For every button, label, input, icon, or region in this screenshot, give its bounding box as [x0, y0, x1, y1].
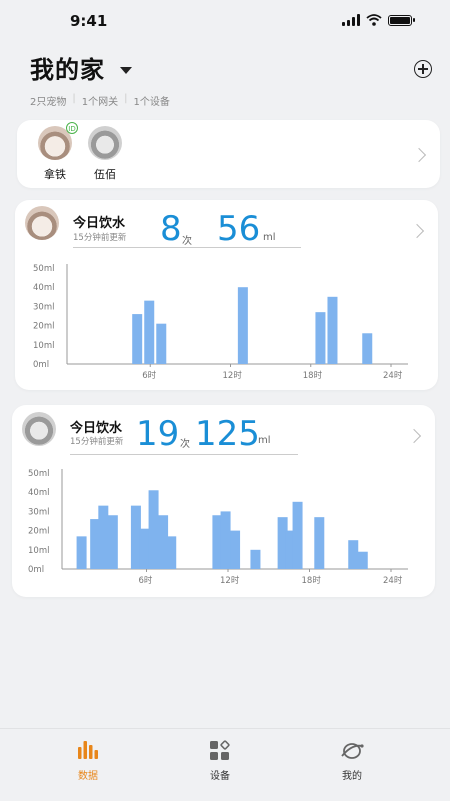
divider: [70, 454, 298, 455]
drink-card-wubai[interactable]: 今日饮水 15分钟前更新 19 次 125 ml 0ml 10ml 20ml 30ml…: [12, 405, 435, 597]
drink-count: 8: [160, 209, 182, 249]
id-badge: ID: [66, 122, 78, 134]
chart-bar: [292, 501, 303, 569]
x-tick-label: 18时: [303, 370, 323, 381]
y-tick-label: 50ml: [33, 264, 54, 274]
chart-bar: [132, 314, 143, 364]
chevron-right-icon[interactable]: [409, 223, 425, 239]
card-subtitle: 15分钟前更新: [70, 437, 124, 447]
y-tick-label: 40ml: [28, 488, 49, 498]
chart-bar: [314, 517, 325, 569]
pet-name: 伍佰: [94, 168, 116, 181]
chart-bar: [250, 549, 261, 569]
home-summary: 2只宠物 | 1个网关 | 1个设备: [30, 93, 170, 108]
status-icons: [342, 14, 415, 26]
gateway-count: 1个网关: [81, 97, 119, 108]
bar-chart-icon: [58, 739, 118, 761]
tab-label: 我的: [342, 771, 362, 782]
x-tick-label: 12时: [223, 370, 243, 381]
chart-bar: [98, 505, 109, 569]
pet-avatar-latte: [25, 206, 59, 240]
chart-bar: [76, 536, 87, 569]
drink-volume: 125: [195, 414, 260, 454]
drink-count: 19: [136, 414, 180, 454]
y-tick-label: 40ml: [33, 283, 54, 293]
x-tick-label: 24时: [383, 370, 403, 381]
chevron-right-icon[interactable]: [406, 428, 422, 444]
add-button[interactable]: [414, 60, 432, 78]
drink-volume-unit: ml: [258, 435, 271, 446]
chart-bar: [357, 551, 368, 569]
pet-avatar-wubai: [22, 412, 56, 446]
chart-bar: [327, 296, 338, 364]
y-tick-label: 30ml: [28, 507, 49, 517]
chart-bar: [156, 323, 167, 364]
water-chart-1: 0ml 10ml 20ml 30ml 40ml 50ml 6时 12时 18时 24时: [33, 264, 408, 381]
home-header: 我的家: [30, 50, 432, 85]
water-chart-2: 0ml 10ml 20ml 30ml 40ml 50ml 6时 12时 18时 24时: [28, 469, 408, 586]
drink-volume: 56: [217, 209, 261, 249]
tab-label: 数据: [78, 771, 98, 782]
x-tick-label: 24时: [383, 575, 403, 586]
card-title: 今日饮水: [73, 216, 126, 231]
status-time: 9:41: [70, 12, 108, 30]
chart-bar: [230, 530, 241, 569]
chart-bar: [148, 490, 159, 569]
tab-profile[interactable]: 我的: [322, 739, 382, 782]
pet-name: 拿铁: [44, 168, 66, 181]
chart-bar: [315, 312, 326, 364]
drink-count-unit: 次: [180, 439, 190, 450]
pets-card[interactable]: ID 拿铁 伍佰: [17, 120, 440, 188]
divider: [73, 247, 301, 248]
x-tick-label: 6时: [142, 370, 156, 381]
device-count: 1个设备: [133, 97, 170, 108]
signal-icon: [342, 14, 360, 26]
chevron-right-icon[interactable]: [411, 147, 427, 163]
pet-wubai[interactable]: 伍佰: [85, 126, 125, 182]
chart-bar: [348, 540, 359, 569]
chart-bar: [107, 515, 118, 569]
drink-volume-unit: ml: [263, 232, 276, 243]
y-tick-label: 50ml: [28, 469, 49, 479]
pet-avatar-latte: ID: [38, 122, 78, 160]
y-tick-label: 10ml: [28, 546, 49, 556]
profile-icon: [322, 739, 382, 761]
chart-bar: [144, 300, 155, 364]
wifi-icon: [366, 14, 382, 26]
y-tick-label: 0ml: [33, 360, 49, 370]
x-tick-label: 6时: [139, 575, 153, 586]
drink-card-latte[interactable]: 今日饮水 15分钟前更新 8 次 56 ml 0ml 10ml 20ml 30ml 40…: [15, 200, 438, 390]
drink-count-unit: 次: [182, 236, 192, 247]
chart-bar: [362, 333, 373, 364]
chart-bar: [139, 528, 150, 569]
card-title: 今日饮水: [70, 421, 123, 436]
status-bar: 9:41: [0, 0, 450, 44]
chart-bar: [237, 287, 248, 364]
pet-avatar-wubai: [88, 126, 122, 160]
chart-bar: [166, 536, 177, 569]
y-tick-label: 20ml: [28, 527, 49, 537]
tab-bar: 数据 设备 我的: [0, 728, 450, 801]
battery-icon: [388, 14, 415, 26]
tab-devices[interactable]: 设备: [190, 739, 250, 782]
grid-icon: [190, 739, 250, 761]
y-tick-label: 20ml: [33, 322, 54, 332]
tab-label: 设备: [210, 771, 230, 782]
y-tick-label: 0ml: [28, 565, 44, 575]
chevron-down-icon[interactable]: [120, 67, 133, 74]
card-subtitle: 15分钟前更新: [73, 233, 127, 243]
home-selector[interactable]: 我的家: [30, 50, 105, 85]
tab-data[interactable]: 数据: [58, 739, 118, 782]
pet-count: 2只宠物: [30, 97, 67, 108]
y-tick-label: 30ml: [33, 302, 54, 312]
pet-latte[interactable]: ID 拿铁: [35, 122, 78, 182]
chart-bar: [220, 511, 231, 569]
x-tick-label: 12时: [220, 575, 240, 586]
y-tick-label: 10ml: [33, 341, 54, 351]
x-tick-label: 18时: [302, 575, 322, 586]
